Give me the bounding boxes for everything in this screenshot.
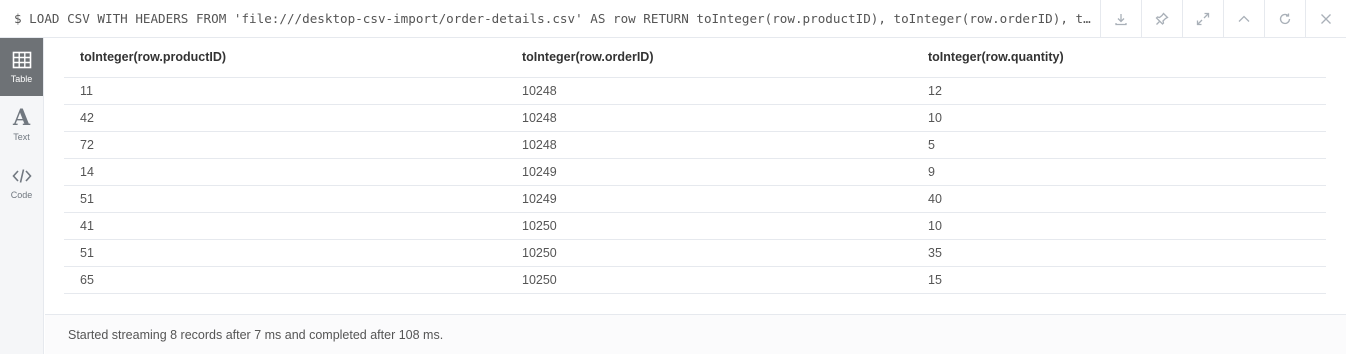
frame-header: $ LOAD CSV WITH HEADERS FROM 'file:///de… xyxy=(0,0,1346,38)
close-icon xyxy=(1321,13,1331,24)
tab-table-label: Table xyxy=(10,74,33,84)
frame-actions xyxy=(1100,0,1346,37)
table-row: 51 10250 35 xyxy=(64,239,1326,267)
pin-icon xyxy=(1155,12,1169,25)
tab-code[interactable]: Code xyxy=(0,154,43,212)
tab-code-label: Code xyxy=(10,190,33,200)
pin-button[interactable] xyxy=(1141,0,1182,37)
view-sidebar: Table A Text Code xyxy=(0,38,44,354)
table-cell: 14 xyxy=(64,158,506,186)
table-cell: 10250 xyxy=(506,266,912,294)
expand-icon xyxy=(1196,12,1210,25)
table-cell: 11 xyxy=(64,77,506,105)
results-table: toInteger(row.productID) toInteger(row.o… xyxy=(64,38,1326,294)
table-cell: 10249 xyxy=(506,158,912,186)
table-cell: 51 xyxy=(64,239,506,267)
table-cell: 65 xyxy=(64,266,506,294)
table-cell: 51 xyxy=(64,185,506,213)
rerun-button[interactable] xyxy=(1264,0,1305,37)
column-header: toInteger(row.orderID) xyxy=(506,38,912,78)
table-row: 65 10250 15 xyxy=(64,266,1326,294)
table-row: 11 10248 12 xyxy=(64,77,1326,105)
tab-text[interactable]: A Text xyxy=(0,96,43,154)
text-icon: A xyxy=(12,105,31,131)
table-cell: 42 xyxy=(64,104,506,132)
table-cell: 15 xyxy=(912,266,1326,294)
collapse-up-icon xyxy=(1238,15,1250,22)
table-cell: 10248 xyxy=(506,131,912,159)
table-icon xyxy=(12,51,31,69)
table-cell: 10 xyxy=(912,212,1326,240)
table-cell: 10250 xyxy=(506,212,912,240)
expand-button[interactable] xyxy=(1182,0,1223,37)
column-header: toInteger(row.quantity) xyxy=(912,38,1326,78)
table-cell: 35 xyxy=(912,239,1326,267)
table-cell: 41 xyxy=(64,212,506,240)
tab-table[interactable]: Table xyxy=(0,38,43,96)
table-cell: 5 xyxy=(912,131,1326,159)
status-bar: Started streaming 8 records after 7 ms a… xyxy=(45,314,1346,354)
table-cell: 10249 xyxy=(506,185,912,213)
download-button[interactable] xyxy=(1100,0,1141,37)
table-cell: 40 xyxy=(912,185,1326,213)
download-icon xyxy=(1115,13,1127,25)
column-header: toInteger(row.productID) xyxy=(64,38,506,78)
table-row: 41 10250 10 xyxy=(64,212,1326,240)
table-cell: 10250 xyxy=(506,239,912,267)
status-message: Started streaming 8 records after 7 ms a… xyxy=(68,328,444,342)
close-button[interactable] xyxy=(1305,0,1346,37)
collapse-button[interactable] xyxy=(1223,0,1264,37)
table-cell: 72 xyxy=(64,131,506,159)
table-cell: 9 xyxy=(912,158,1326,186)
table-row: 42 10248 10 xyxy=(64,104,1326,132)
results-table-container: toInteger(row.productID) toInteger(row.o… xyxy=(64,38,1326,294)
table-row: 51 10249 40 xyxy=(64,185,1326,213)
table-cell: 10248 xyxy=(506,77,912,105)
table-row: 14 10249 9 xyxy=(64,158,1326,186)
rerun-icon xyxy=(1279,13,1291,24)
table-cell: 12 xyxy=(912,77,1326,105)
table-cell: 10 xyxy=(912,104,1326,132)
query-text[interactable]: $ LOAD CSV WITH HEADERS FROM 'file:///de… xyxy=(14,0,1096,37)
table-header-row: toInteger(row.productID) toInteger(row.o… xyxy=(64,38,1326,78)
table-row: 72 10248 5 xyxy=(64,131,1326,159)
tab-text-label: Text xyxy=(13,132,30,142)
code-icon xyxy=(11,169,32,183)
table-cell: 10248 xyxy=(506,104,912,132)
